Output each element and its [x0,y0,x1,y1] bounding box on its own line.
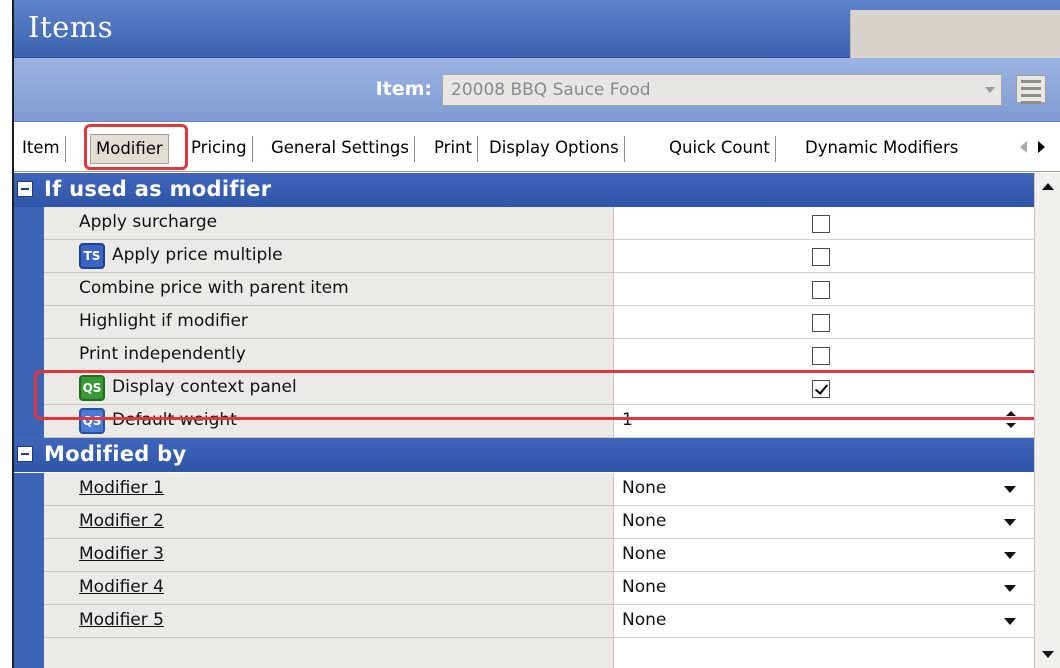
chevron-down-icon[interactable] [1004,585,1016,592]
apply-price-multiple-checkbox[interactable] [812,248,830,266]
display-context-panel-checkbox[interactable] [812,380,830,398]
tab-quick-count[interactable]: Quick Count [664,136,776,162]
tab-general-settings[interactable]: General Settings [266,136,415,162]
property-label[interactable]: Modifier 3 [79,544,164,564]
property-row-modifier-5: Modifier 5 None [14,605,1034,638]
tab-pricing[interactable]: Pricing [186,136,253,162]
section-title: Modified by [44,442,187,466]
section-modified-by[interactable]: Modified by [14,438,1034,472]
property-row-highlight-if-modifier: Highlight if modifier [14,306,1034,339]
property-grid: If used as modifier Apply surcharge TS A… [14,173,1034,668]
property-row-modifier-1: Modifier 1 None [14,473,1034,506]
property-label: Print independently [79,344,246,364]
property-label[interactable]: Modifier 4 [79,577,164,597]
tab-item[interactable]: Item [17,136,66,162]
items-window: Items Item: 20008 BBQ Sauce Food Item Mo… [12,0,1060,668]
collapse-icon[interactable] [17,446,33,462]
default-weight-value[interactable]: 1 [622,410,633,430]
tab-scroll-right-icon[interactable] [1038,141,1045,153]
property-row-modifier-3: Modifier 3 None [14,539,1034,572]
property-label[interactable]: Modifier 5 [79,610,164,630]
modifier-3-select[interactable]: None [614,539,1034,572]
modifier-2-select[interactable]: None [614,506,1034,539]
tab-bar: Item Modifier Pricing General Settings P… [14,122,1060,172]
collapse-icon[interactable] [17,181,33,197]
item-label: Item: [375,78,432,100]
chevron-down-icon[interactable] [1004,486,1016,493]
property-row-modifier-2: Modifier 2 None [14,506,1034,539]
qs-icon: QS [79,375,105,401]
property-row-apply-surcharge: Apply surcharge [14,207,1034,240]
property-row-display-context-panel: QS Display context panel [14,372,1034,405]
property-label: Default weight [112,410,237,430]
ts-icon: TS [79,243,105,269]
combine-price-checkbox[interactable] [812,281,830,299]
property-row-partial [14,638,1034,668]
property-label: Highlight if modifier [79,311,248,331]
window-title: Items [28,10,114,44]
modifier-5-select[interactable]: None [614,605,1034,638]
scroll-up-icon[interactable] [1042,183,1054,190]
vertical-scrollbar[interactable] [1034,173,1060,668]
property-row-modifier-4: Modifier 4 None [14,572,1034,605]
property-label[interactable]: Modifier 1 [79,478,164,498]
property-label: Display context panel [112,377,297,397]
spinner-icon[interactable] [1004,409,1018,433]
property-label: Apply surcharge [79,212,218,232]
chevron-down-icon[interactable] [985,87,995,93]
property-label[interactable]: Modifier 2 [79,511,164,531]
scroll-down-icon[interactable] [1042,651,1054,658]
property-row-combine-price: Combine price with parent item [14,273,1034,306]
title-bar-panel [850,10,1060,58]
qs-icon: QS [79,408,105,434]
tab-dynamic-modifiers[interactable]: Dynamic Modifiers [800,136,963,162]
print-independently-checkbox[interactable] [812,347,830,365]
chevron-down-icon[interactable] [1004,552,1016,559]
modifier-4-select[interactable]: None [614,572,1034,605]
chevron-down-icon[interactable] [1004,519,1016,526]
item-combobox[interactable]: 20008 BBQ Sauce Food [442,74,1002,106]
item-selector-bar: Item: 20008 BBQ Sauce Food [14,58,1060,122]
tab-display-options[interactable]: Display Options [484,136,625,162]
chevron-down-icon[interactable] [1004,618,1016,625]
grid-list-button[interactable] [1016,75,1046,104]
apply-surcharge-checkbox[interactable] [812,215,830,233]
property-row-default-weight: QS Default weight 1 [14,405,1034,438]
property-row-print-independently: Print independently [14,339,1034,372]
property-label: Apply price multiple [112,245,283,265]
section-title: If used as modifier [44,177,272,201]
section-if-used-as-modifier[interactable]: If used as modifier [14,173,1034,207]
tab-modifier[interactable]: Modifier [90,134,169,164]
highlight-if-modifier-checkbox[interactable] [812,314,830,332]
item-value: 20008 BBQ Sauce Food [451,80,651,100]
property-label: Combine price with parent item [79,278,349,298]
modifier-1-select[interactable]: None [614,473,1034,506]
grid-icon [1021,80,1041,83]
tab-scroll-left-icon[interactable] [1020,141,1027,153]
property-row-apply-price-multiple: TS Apply price multiple [14,240,1034,273]
tab-print[interactable]: Print [429,136,478,162]
title-bar: Items [14,0,1060,58]
